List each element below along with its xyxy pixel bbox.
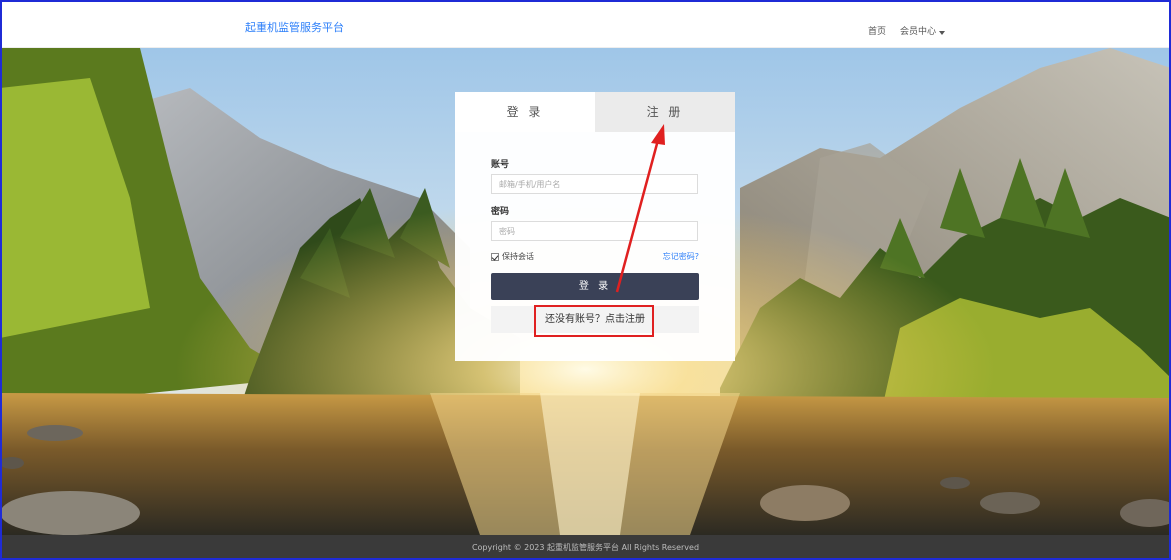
- password-input[interactable]: [491, 221, 698, 241]
- remember-row: 保持会话 忘记密码?: [491, 251, 699, 262]
- brand-logo-text[interactable]: 起重机监管服务平台: [245, 21, 344, 35]
- account-label: 账号: [491, 160, 510, 170]
- checkbox-checked-icon[interactable]: [491, 252, 499, 261]
- top-nav: 首页 会员中心: [868, 26, 945, 38]
- tab-register[interactable]: 注 册: [595, 92, 735, 132]
- login-submit-button[interactable]: 登 录: [491, 273, 699, 300]
- nav-home-label: 首页: [867, 27, 886, 37]
- page-footer: Copyright © 2023 起重机监管服务平台 All Rights Re…: [0, 535, 1171, 560]
- nav-home[interactable]: 首页: [868, 26, 886, 38]
- annotation-highlight-box: [534, 305, 654, 337]
- remember-label: 保持会话: [502, 252, 534, 261]
- login-form: 账号 密码 保持会话 忘记密码? 登 录 还没有账号？点击注册: [455, 132, 735, 333]
- nav-member-center[interactable]: 会员中心: [900, 26, 945, 38]
- password-label: 密码: [491, 207, 510, 217]
- top-navbar: 起重机监管服务平台 首页 会员中心: [0, 0, 1171, 48]
- caret-down-icon: [939, 30, 945, 35]
- remember-session[interactable]: 保持会话: [491, 251, 534, 262]
- nav-member-center-label: 会员中心: [899, 27, 936, 37]
- account-input[interactable]: [491, 174, 698, 194]
- tab-login[interactable]: 登 录: [455, 92, 595, 132]
- auth-tabs: 登 录 注 册: [455, 92, 735, 132]
- forgot-password-link[interactable]: 忘记密码?: [663, 251, 699, 262]
